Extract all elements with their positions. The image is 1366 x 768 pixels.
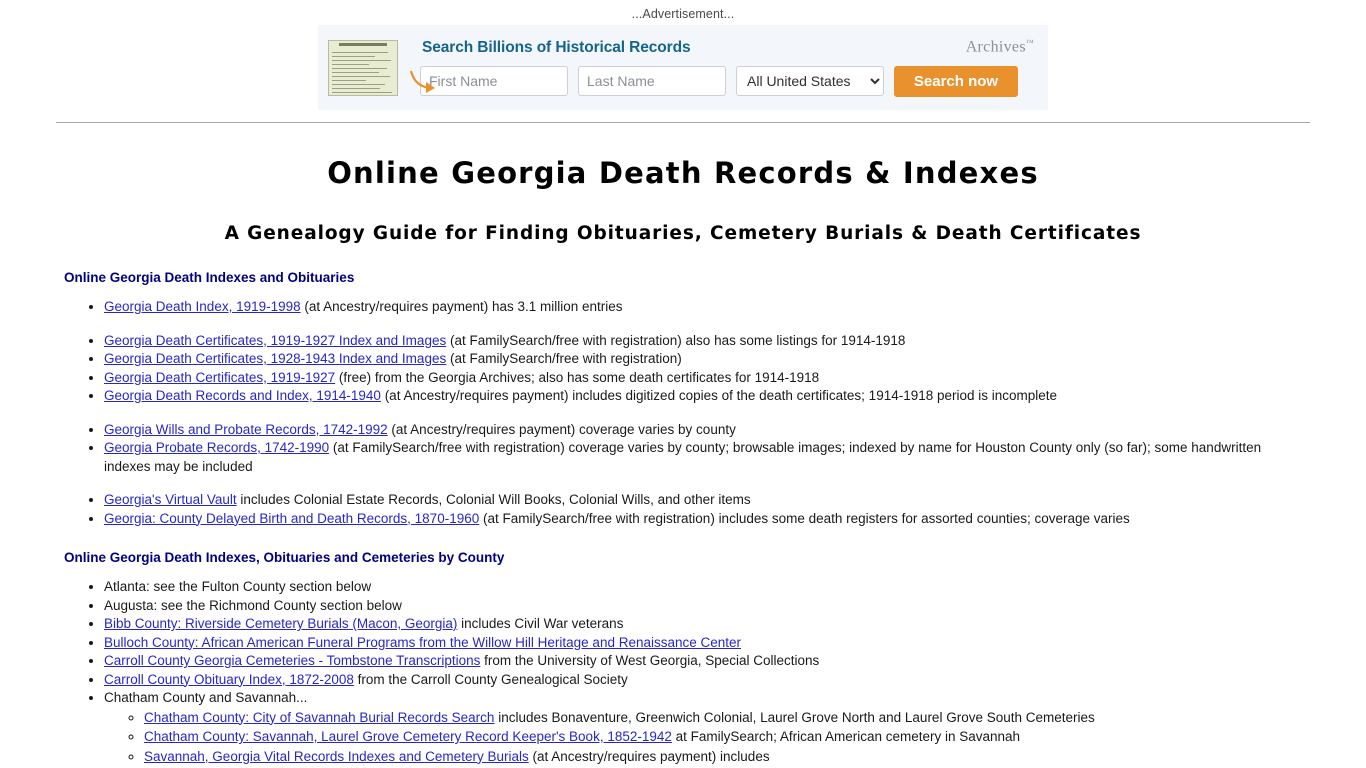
pointer-arrow-icon: [409, 70, 435, 93]
list-item: Georgia Death Certificates, 1928-1943 In…: [104, 350, 1302, 369]
list-item: Georgia: County Delayed Birth and Death …: [104, 510, 1302, 529]
item-description: (at FamilySearch/free with registration)…: [479, 510, 1130, 526]
location-select[interactable]: All United States: [736, 66, 884, 96]
item-description: from the University of West Georgia, Spe…: [480, 653, 820, 668]
item-description: (at Ancestry/requires payment) includes …: [380, 388, 1058, 403]
item-description: Atlanta: see the Fulton County section b…: [104, 579, 372, 594]
page-subtitle: A Genealogy Guide for Finding Obituaries…: [224, 223, 1142, 244]
item-description: at FamilySearch; African American cemete…: [671, 729, 1021, 744]
resource-link[interactable]: Georgia: County Delayed Birth and Death …: [104, 511, 479, 526]
item-description: includes Colonial Estate Records, Coloni…: [236, 492, 751, 507]
list-item: Chatham County and Savannah... Chatham Co…: [104, 689, 1302, 766]
resource-link[interactable]: Bulloch County: African American Funeral…: [104, 635, 741, 650]
advertisement-banner: Search Billions of Historical Records Al…: [318, 25, 1048, 110]
item-description: Augusta: see the Richmond County section…: [104, 597, 402, 613]
resource-link[interactable]: Georgia's Virtual Vault: [104, 492, 237, 507]
item-description: includes Bonaventure, Greenwich Colonial…: [494, 709, 1095, 725]
list-item: Augusta: see the Richmond County section…: [104, 597, 1302, 616]
list-item: Carroll County Obituary Index, 1872-2008…: [104, 671, 1302, 690]
resource-link[interactable]: Georgia Death Certificates, 1919-1927 In…: [104, 333, 446, 348]
search-now-button[interactable]: Search now: [894, 65, 1018, 97]
resource-link[interactable]: Bibb County: Riverside Cemetery Burials …: [104, 616, 457, 631]
record-search-form: All United States Search now: [420, 65, 1036, 97]
item-description: (free) from the Georgia Archives; also h…: [335, 369, 820, 385]
list-item: Georgia Death Records and Index, 1914-19…: [104, 387, 1302, 406]
death-certificate-thumbnail-icon: [328, 39, 398, 96]
item-description: (at FamilySearch/free with registration): [446, 351, 682, 366]
page-title: Online Georgia Death Records & Indexes: [327, 156, 1039, 190]
item-description: (at Ancestry/requires payment) includes: [528, 748, 770, 764]
by-county-list: Atlanta: see the Fulton County section b…: [64, 578, 1302, 766]
resource-link[interactable]: Georgia Death Index, 1919-1998: [104, 299, 301, 314]
death-indexes-list: Georgia Death Index, 1919-1998 (at Ances…: [64, 298, 1302, 528]
page-root: ...Advertisement... Search Billions of H…: [0, 0, 1366, 768]
advertisement-headline: Search Billions of Historical Records: [422, 38, 691, 56]
resource-link[interactable]: Georgia Death Certificates, 1919-1927: [104, 370, 335, 385]
archives-logo: Archives™: [966, 38, 1034, 56]
item-description: (at Ancestry/requires payment) has 3.1 m…: [300, 299, 623, 314]
list-item: Bulloch County: African American Funeral…: [104, 634, 1302, 653]
item-description: Chatham County and Savannah...: [104, 690, 308, 705]
item-description: includes Civil War veterans: [457, 616, 624, 631]
list-item: Bibb County: Riverside Cemetery Burials …: [104, 615, 1302, 634]
advertisement-label: ...Advertisement...: [631, 7, 735, 21]
first-name-input[interactable]: [420, 66, 568, 96]
section-heading-by-county: Online Georgia Death Indexes, Obituaries…: [64, 550, 505, 565]
main-content: Online Georgia Death Indexes and Obituar…: [0, 270, 1366, 766]
list-item: Carroll County Georgia Cemeteries - Tomb…: [104, 652, 1302, 671]
resource-link[interactable]: Carroll County Georgia Cemeteries - Tomb…: [104, 653, 480, 668]
item-description: from the Carroll County Genealogical Soc…: [353, 671, 628, 687]
last-name-input[interactable]: [578, 66, 726, 96]
archives-logo-text: Archives: [965, 38, 1026, 56]
item-description: (at FamilySearch/free with registration)…: [446, 332, 906, 348]
resource-link[interactable]: Chatham County: Savannah, Laurel Grove C…: [144, 729, 672, 744]
resource-link[interactable]: Georgia Death Records and Index, 1914-19…: [104, 388, 381, 403]
list-item: Georgia Probate Records, 1742-1990 (at F…: [104, 439, 1302, 476]
section-heading-death-indexes: Online Georgia Death Indexes and Obituar…: [64, 270, 355, 285]
list-item: Georgia Death Certificates, 1919-1927 In…: [104, 332, 1302, 351]
resource-link[interactable]: Georgia Wills and Probate Records, 1742-…: [104, 422, 388, 437]
list-item: Georgia Death Index, 1919-1998 (at Ances…: [104, 298, 1302, 317]
resource-link[interactable]: Savannah, Georgia Vital Records Indexes …: [144, 749, 529, 764]
list-item: Georgia Wills and Probate Records, 1742-…: [104, 421, 1302, 440]
list-item: Savannah, Georgia Vital Records Indexes …: [144, 747, 1302, 767]
list-item: Atlanta: see the Fulton County section b…: [104, 578, 1302, 597]
list-item: Chatham County: City of Savannah Burial …: [144, 708, 1302, 728]
resource-link[interactable]: Georgia Death Certificates, 1928-1943 In…: [104, 351, 446, 366]
advertisement-body: Search Billions of Historical Records Al…: [420, 39, 1036, 97]
resource-link[interactable]: Carroll County Obituary Index, 1872-2008: [104, 672, 354, 687]
list-item: Chatham County: Savannah, Laurel Grove C…: [144, 727, 1302, 747]
resource-link[interactable]: Chatham County: City of Savannah Burial …: [144, 710, 494, 725]
header-divider: [56, 122, 1310, 123]
resource-link[interactable]: Georgia Probate Records, 1742-1990: [104, 440, 329, 455]
list-item: Georgia Death Certificates, 1919-1927 (f…: [104, 369, 1302, 388]
list-item: Georgia's Virtual Vault includes Colonia…: [104, 491, 1302, 510]
trademark-mark: ™: [1025, 38, 1034, 47]
item-description: (at Ancestry/requires payment) coverage …: [387, 421, 736, 437]
chatham-county-sublist: Chatham County: City of Savannah Burial …: [104, 708, 1302, 767]
